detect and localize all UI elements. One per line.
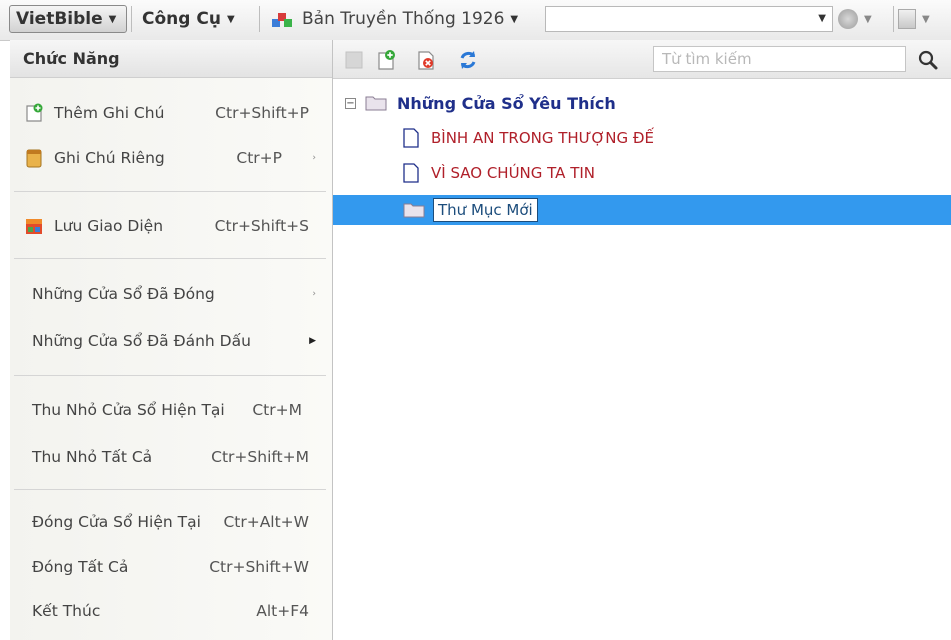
tree-item-label: BÌNH AN TRONG THƯỢNG ĐẾ [431,129,654,147]
menu-item-bookmarked-windows[interactable]: Những Cửa Sổ Đã Đánh Dấu ▶ [10,326,332,356]
document-icon [403,128,419,148]
document-icon [403,163,419,183]
menu-item-label: Kết Thúc [32,602,101,620]
page-options-button[interactable]: ▼ [898,7,948,31]
bible-version-button[interactable]: Bản Truyền Thống 1926 ▼ [264,5,540,33]
chevron-right-icon: › [312,153,316,163]
tree-root-favorites[interactable]: − Những Cửa Sổ Yêu Thích [345,90,616,116]
save-layout-icon [26,219,42,234]
chevron-down-icon: ▼ [818,13,826,24]
menu-item-label: Ghi Chú Riêng [54,149,165,167]
menu-item-minimize-all[interactable]: Thu Nhỏ Tất Cả Ctr+Shift+M [10,442,332,472]
menu-divider [14,375,326,376]
menu-item-close-current[interactable]: Đóng Cửa Sổ Hiện Tại Ctr+Alt+W [10,507,332,537]
menu-item-shortcut: Ctr+Shift+P [215,104,309,122]
tree-root-label: Những Cửa Sổ Yêu Thích [397,93,616,113]
tree-item-new-folder[interactable]: Thư Mục Mới [403,197,538,223]
menu-item-shortcut: Alt+F4 [256,602,309,620]
search-icon[interactable] [917,49,939,71]
bookmark-icon[interactable] [343,49,365,71]
menu-item-closed-windows[interactable]: Những Cửa Sổ Đã Đóng › [10,279,332,309]
menu-item-label: Đóng Tất Cả [32,558,129,576]
menu-item-label: Thu Nhỏ Cửa Sổ Hiện Tại [32,401,225,419]
delete-note-icon[interactable] [415,49,437,71]
function-menu: Chức Năng Thêm Ghi Chú Ctr+Shift+P Ghi C… [10,40,333,640]
refresh-icon[interactable] [457,49,479,71]
chevron-down-icon: ▼ [922,13,930,25]
folder-icon [365,96,387,111]
vietbible-menu-button[interactable]: VietBible ▼ [9,5,127,33]
chevron-right-icon: › [312,289,316,299]
menu-item-shortcut: Ctr+Shift+W [209,558,309,576]
collapse-icon[interactable]: − [345,97,356,109]
chevron-down-icon: ▼ [226,13,235,25]
menu-item-shortcut: Ctr+Shift+M [211,448,309,466]
note-icon [26,149,42,168]
menu-item-save-layout[interactable]: Lưu Giao Diện Ctr+Shift+S [10,211,332,241]
toolbar-divider [893,6,894,32]
folder-icon [403,203,425,218]
tools-menu-label: Công Cụ [142,9,221,29]
toolbar-divider [259,6,260,32]
menu-item-minimize-current[interactable]: Thu Nhỏ Cửa Sổ Hiện Tại Ctr+M [10,395,332,425]
chevron-down-icon: ▼ [864,13,872,25]
tree-item[interactable]: BÌNH AN TRONG THƯỢNG ĐẾ [403,125,654,151]
page-icon [898,9,916,29]
passage-select[interactable]: ▼ [545,6,833,32]
menu-item-label: Lưu Giao Diện [54,217,164,235]
menu-item-shortcut: Ctr+P [236,149,282,167]
new-note-icon[interactable] [375,49,397,71]
tools-menu-button[interactable]: Công Cụ ▼ [136,5,256,33]
menu-item-label: Những Cửa Sổ Đã Đóng [32,285,215,303]
tree-item-label: VÌ SAO CHÚNG TA TIN [431,164,596,182]
toolbar-divider [131,6,132,32]
tree-item[interactable]: VÌ SAO CHÚNG TA TIN [403,160,595,186]
menu-item-shortcut: Ctr+M [252,401,302,419]
menu-item-label: Thêm Ghi Chú [54,104,165,122]
vietbible-menu-label: VietBible [16,9,103,29]
menu-item-label: Thu Nhỏ Tất Cả [32,448,153,466]
chevron-down-icon: ▼ [510,13,519,25]
menu-divider [14,258,326,259]
menu-item-private-note[interactable]: Ghi Chú Riêng Ctr+P › [10,143,332,173]
bible-version-label: Bản Truyền Thống 1926 [302,9,505,29]
menu-item-exit[interactable]: Kết Thúc Alt+F4 [10,596,332,626]
chevron-right-icon: ▶ [309,336,316,346]
menu-item-add-note[interactable]: Thêm Ghi Chú Ctr+Shift+P [10,98,332,128]
menu-item-label: Đóng Cửa Sổ Hiện Tại [32,513,201,531]
main-toolbar: VietBible ▼ Công Cụ ▼ Bản Truyền Thống 1… [0,0,951,41]
menu-header: Chức Năng [10,40,332,78]
bible-version-icon [272,13,292,27]
bookmarks-toolbar [333,40,951,79]
navigate-arrow-icon [838,9,858,29]
bookmarks-panel: − Những Cửa Sổ Yêu Thích BÌNH AN TRONG T… [333,40,951,640]
menu-item-shortcut: Ctr+Shift+S [214,217,309,235]
rename-folder-field[interactable]: Thư Mục Mới [433,198,538,222]
chevron-down-icon: ▼ [108,13,117,25]
menu-divider [14,191,326,192]
menu-divider [14,489,326,490]
menu-item-shortcut: Ctr+Alt+W [223,513,309,531]
menu-item-close-all[interactable]: Đóng Tất Cả Ctr+Shift+W [10,552,332,582]
search-input[interactable] [653,46,906,72]
add-note-icon [26,103,43,122]
menu-item-label: Những Cửa Sổ Đã Đánh Dấu [32,332,251,350]
navigate-button[interactable]: ▼ [838,7,888,31]
